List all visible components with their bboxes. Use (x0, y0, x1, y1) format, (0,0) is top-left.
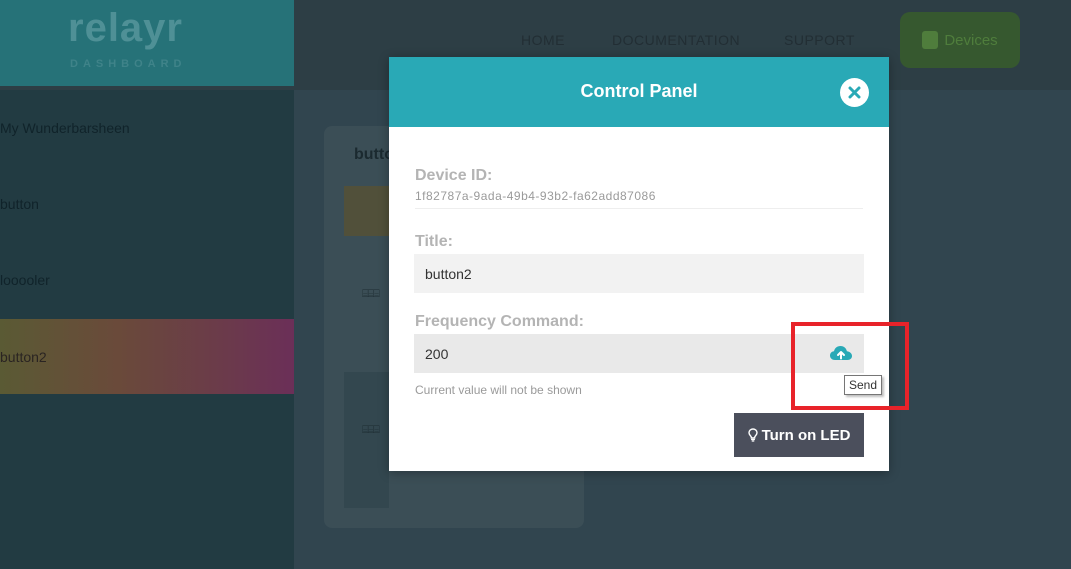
title-label: Title: (415, 233, 453, 250)
close-button[interactable] (840, 78, 869, 107)
modal-header: Control Panel (389, 57, 889, 127)
sidebar-item-label: My Wunderbarsheen (0, 120, 130, 136)
sidebar-item-wunderbarsheen[interactable]: My Wunderbarsheen (0, 90, 294, 165)
device-id-value: 1f82787a-9ada-49b4-93b2-fa62add87086 (415, 189, 656, 203)
sidebar-item-looooler[interactable]: looooler (0, 242, 294, 317)
devices-button[interactable]: Devices (900, 12, 1020, 68)
frequency-hint: Current value will not be shown (415, 383, 582, 397)
highlight-annotation-box (791, 322, 909, 410)
lightbulb-icon (747, 428, 758, 442)
logo-subtitle: DASHBOARD (70, 58, 187, 70)
logo[interactable]: relayr DASHBOARD (0, 0, 294, 86)
device-id-label: Device ID: (415, 167, 493, 184)
device-ghost-icon: ⌸⌸⌸ (362, 424, 380, 436)
frequency-label: Frequency Command: (415, 313, 584, 330)
turn-on-led-button[interactable]: Turn on LED (734, 413, 864, 457)
title-input[interactable] (414, 254, 864, 293)
nav-support[interactable]: SUPPORT (784, 32, 855, 48)
device-card-panel (344, 372, 389, 508)
close-icon (848, 86, 861, 99)
sidebar-item-button[interactable]: button (0, 166, 294, 241)
modal-title: Control Panel (580, 81, 698, 101)
sidebar-item-label: button (0, 196, 39, 212)
turn-on-led-label: Turn on LED (761, 426, 851, 444)
nav-home[interactable]: HOME (521, 32, 565, 48)
sidebar-item-label: looooler (0, 272, 50, 288)
sidebar-item-label: button2 (0, 349, 47, 365)
devices-button-label: Devices (944, 31, 998, 49)
logo-text: relayr (68, 6, 183, 50)
nav-documentation[interactable]: DOCUMENTATION (612, 32, 740, 48)
divider (415, 208, 863, 209)
sidebar-item-button2[interactable]: button2 (0, 319, 294, 394)
device-ghost-icon: ⌸⌸⌸ (362, 288, 380, 300)
device-card-title: butto (354, 146, 394, 163)
sidebar: My Wunderbarsheen button looooler button… (0, 90, 294, 569)
chip-icon (922, 31, 939, 49)
device-card-band (344, 186, 389, 236)
